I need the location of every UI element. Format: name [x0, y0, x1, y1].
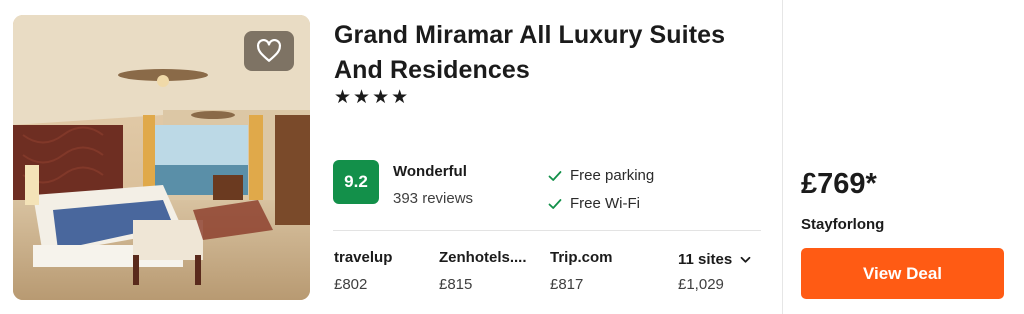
column-divider: [782, 0, 783, 314]
chevron-down-icon: [740, 256, 751, 263]
offer-price: £817: [550, 276, 584, 293]
hotel-name[interactable]: Grand Miramar All Luxury Suites And Resi…: [334, 18, 754, 88]
check-icon: [548, 198, 562, 209]
deal-provider: Stayforlong: [801, 216, 885, 233]
amenity-free-parking: Free parking: [548, 167, 654, 184]
more-sites-price: £1,029: [678, 276, 724, 293]
offer-zenhotels[interactable]: Zenhotels.... £815: [439, 249, 527, 293]
review-score-badge: 9.2: [333, 160, 379, 204]
review-count[interactable]: 393 reviews: [393, 190, 473, 207]
view-deal-button[interactable]: View Deal: [801, 248, 1004, 299]
divider: [333, 230, 761, 231]
rating-label: Wonderful: [393, 163, 467, 180]
more-sites-label: 11 sites: [678, 251, 733, 268]
amenity-label: Free Wi-Fi: [570, 195, 640, 212]
offer-site-name: travelup: [334, 249, 393, 266]
amenity-free-wifi: Free Wi-Fi: [548, 195, 640, 212]
offer-price: £815: [439, 276, 473, 293]
offer-travelup[interactable]: travelup £802: [334, 249, 392, 293]
favorite-button[interactable]: [244, 31, 294, 71]
heart-icon: [257, 39, 281, 62]
offer-price: £802: [334, 276, 368, 293]
star-rating: ★★★★: [334, 87, 411, 108]
check-icon: [548, 170, 562, 181]
best-price: £769*: [801, 168, 877, 200]
hotel-result-card: Grand Miramar All Luxury Suites And Resi…: [0, 0, 1024, 314]
amenity-label: Free parking: [570, 167, 655, 184]
more-sites-dropdown[interactable]: 11 sites: [678, 251, 751, 268]
offer-site-name: Trip.com: [550, 249, 613, 266]
offer-site-name: Zenhotels....: [439, 249, 527, 266]
offer-trip-com[interactable]: Trip.com £817: [550, 249, 613, 293]
